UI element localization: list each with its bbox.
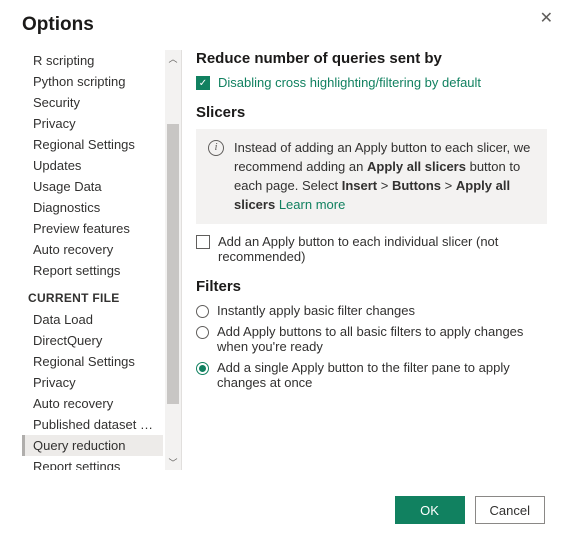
info-text: Instead of adding an Apply button to eac… bbox=[234, 139, 535, 214]
scroll-track[interactable] bbox=[165, 66, 181, 454]
dialog-title: Options bbox=[22, 14, 551, 36]
radio-label: Add a single Apply button to the filter … bbox=[217, 360, 547, 390]
slicers-heading: Slicers bbox=[196, 104, 547, 121]
sidebar-item[interactable]: Diagnostics bbox=[22, 197, 163, 218]
radio-label: Instantly apply basic filter changes bbox=[217, 303, 415, 318]
sidebar-scrollbar[interactable]: ︿ ﹀ bbox=[165, 50, 181, 470]
info-panel: i Instead of adding an Apply button to e… bbox=[196, 129, 547, 224]
radio-label: Add Apply buttons to all basic filters t… bbox=[217, 324, 547, 354]
scroll-up-icon[interactable]: ︿ bbox=[165, 50, 181, 66]
radio-apply-buttons-all[interactable] bbox=[196, 326, 209, 339]
sidebar-item[interactable]: Preview features bbox=[22, 218, 163, 239]
dialog-buttons: OK Cancel bbox=[395, 496, 545, 524]
checkbox-label: Disabling cross highlighting/filtering b… bbox=[218, 75, 481, 90]
scroll-thumb[interactable] bbox=[167, 124, 179, 403]
checkbox-disable-cross-highlight[interactable]: ✓ bbox=[196, 76, 210, 90]
sidebar-item-query-reduction[interactable]: Query reduction bbox=[22, 435, 163, 456]
scroll-down-icon[interactable]: ﹀ bbox=[165, 454, 181, 470]
radio-single-apply[interactable] bbox=[196, 362, 209, 375]
sidebar-item[interactable]: Report settings bbox=[22, 260, 163, 281]
ok-button[interactable]: OK bbox=[395, 496, 465, 524]
sidebar-item[interactable]: Privacy bbox=[22, 113, 163, 134]
sidebar-item[interactable]: Security bbox=[22, 92, 163, 113]
sidebar-item[interactable]: Updates bbox=[22, 155, 163, 176]
filters-heading: Filters bbox=[196, 278, 547, 295]
cancel-button[interactable]: Cancel bbox=[475, 496, 545, 524]
sidebar-item[interactable]: Usage Data bbox=[22, 176, 163, 197]
checkbox-apply-each-slicer[interactable] bbox=[196, 235, 210, 249]
sidebar-item[interactable]: R scripting bbox=[22, 50, 163, 71]
sidebar: R scripting Python scripting Security Pr… bbox=[22, 50, 182, 470]
content-pane: Reduce number of queries sent by ✓ Disab… bbox=[182, 50, 551, 470]
learn-more-link[interactable]: Learn more bbox=[279, 197, 345, 212]
sidebar-item[interactable]: Privacy bbox=[22, 372, 163, 393]
sidebar-item[interactable]: Auto recovery bbox=[22, 239, 163, 260]
radio-instant-apply[interactable] bbox=[196, 305, 209, 318]
sidebar-item[interactable]: DirectQuery bbox=[22, 330, 163, 351]
sidebar-list: R scripting Python scripting Security Pr… bbox=[22, 50, 165, 470]
close-icon[interactable]: ✕ bbox=[540, 8, 553, 28]
sidebar-item[interactable]: Auto recovery bbox=[22, 393, 163, 414]
info-icon: i bbox=[208, 140, 224, 156]
sidebar-item[interactable]: Report settings bbox=[22, 456, 163, 470]
checkbox-label: Add an Apply button to each individual s… bbox=[218, 234, 547, 264]
sidebar-item[interactable]: Python scripting bbox=[22, 71, 163, 92]
section-heading: Reduce number of queries sent by bbox=[196, 50, 547, 67]
sidebar-item[interactable]: Published dataset set... bbox=[22, 414, 163, 435]
sidebar-item[interactable]: Regional Settings bbox=[22, 351, 163, 372]
sidebar-item[interactable]: Data Load bbox=[22, 309, 163, 330]
options-dialog: ✕ Options R scripting Python scripting S… bbox=[0, 0, 565, 542]
sidebar-item[interactable]: Regional Settings bbox=[22, 134, 163, 155]
sidebar-section-header: CURRENT FILE bbox=[22, 281, 163, 309]
